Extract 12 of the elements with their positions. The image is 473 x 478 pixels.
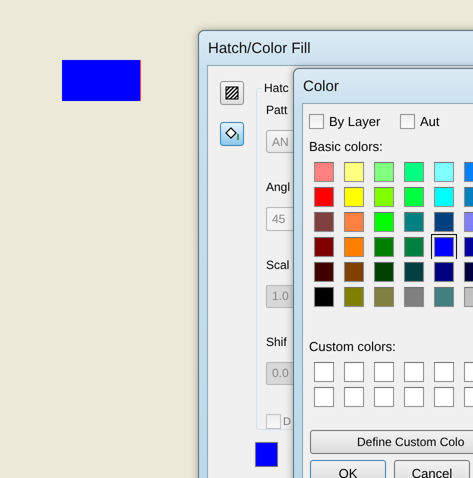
dialog-title: Color <box>302 76 340 96</box>
section-label: Custom colors: <box>309 339 397 354</box>
field-label: Shif <box>266 334 287 351</box>
group-label: Hatc <box>262 81 291 95</box>
checkbox-label: By Layer <box>329 114 380 129</box>
window-title: Hatch/Color Fill <box>207 38 312 58</box>
field-label: Scal <box>266 258 290 274</box>
field-label: Angl <box>266 180 290 196</box>
checkbox-label: Aut <box>420 114 440 129</box>
checkbox-label: D <box>283 416 291 428</box>
section-label: Basic colors: <box>309 139 384 154</box>
field-label: Patt <box>266 103 288 119</box>
